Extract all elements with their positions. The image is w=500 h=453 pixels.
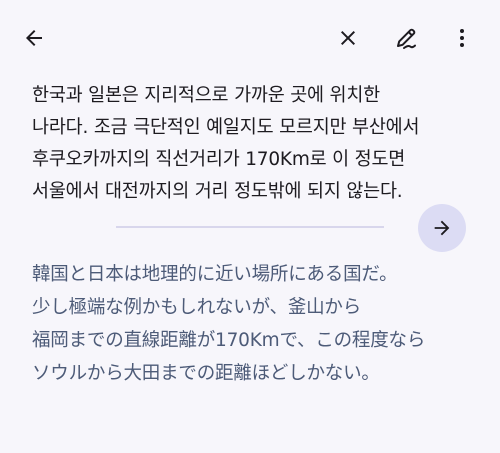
translation-line: 少し極端な例かもしれないが、釜山から [32,297,362,318]
translate-button[interactable] [418,204,466,252]
source-line: 서울에서 대전까지의 거리 정도밖에 되지 않는다. [32,181,403,202]
source-text[interactable]: 한국과 일본은 지리적으로 가까운 곳에 위치한 나라다. 조금 극단적인 예일… [32,80,482,208]
translation-line: 韓国と日本は地理的に近い場所にある国だ。 [32,264,398,285]
close-button[interactable] [328,18,368,58]
edit-button[interactable] [386,18,426,58]
translation-line: 福岡までの直線距離が170Kmで、この程度なら [32,330,426,351]
top-app-bar [0,0,500,78]
translated-text[interactable]: 韓国と日本は地理的に近い場所にある国だ。 少し極端な例かもしれないが、釜山から … [32,258,482,390]
edit-pen-icon [397,28,416,49]
source-line: 나라다. 조금 극단적인 예일지도 모르지만 부산에서 [32,117,420,138]
source-line: 후쿠오카까지의 직선거리가 170Km로 이 정도면 [32,149,406,170]
source-line: 한국과 일본은 지리적으로 가까운 곳에 위치한 [32,85,380,106]
divider [116,226,384,228]
more-options-button[interactable] [442,18,482,58]
arrow-forward-icon [434,220,450,236]
translation-line: ソウルから大田までの距離ほどしかない。 [32,363,380,384]
back-button[interactable] [14,18,54,58]
more-vert-icon [460,29,464,47]
close-icon [341,31,355,45]
arrow-back-icon [26,30,42,46]
